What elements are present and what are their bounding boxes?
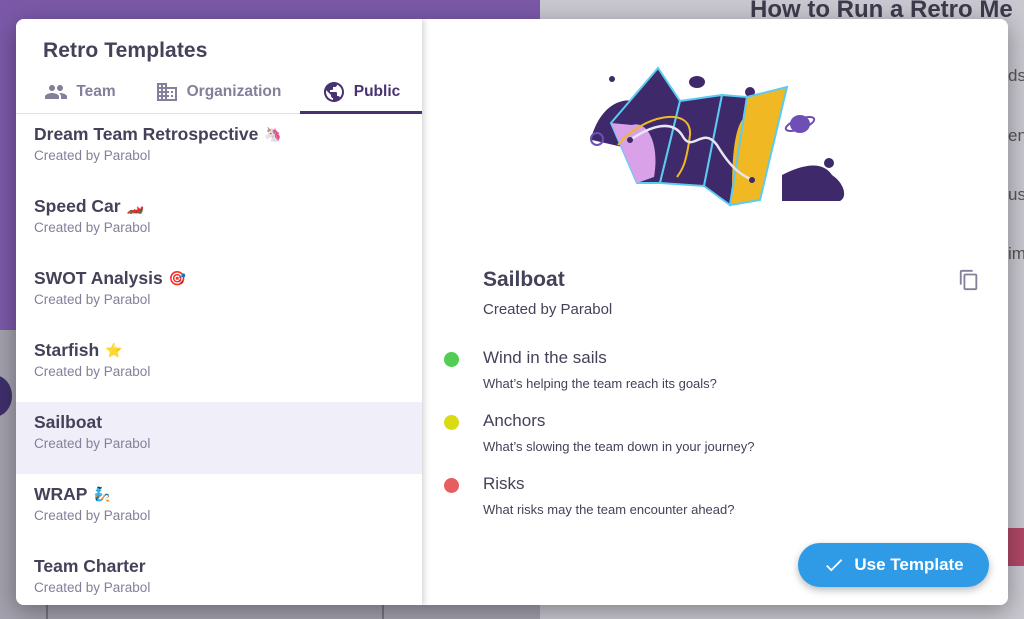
prompt-description: What’s helping the team reach its goals?: [483, 376, 717, 391]
unicorn-icon: 🦄: [264, 125, 282, 142]
map-illustration: [590, 66, 845, 207]
copy-icon: [959, 269, 978, 291]
building-icon: [156, 83, 177, 101]
template-item-wrap[interactable]: WRAP 🧞 Created by Parabol: [16, 474, 422, 546]
people-icon: [45, 85, 68, 99]
tab-label: Public: [353, 83, 401, 100]
template-item-dream-team[interactable]: Dream Team Retrospective 🦄 Created by Par…: [16, 114, 422, 186]
template-item-sailboat[interactable]: Sailboat Created by Parabol: [16, 402, 422, 474]
prompt-description: What risks may the team encounter ahead?: [483, 502, 735, 517]
tab-label: Organization: [186, 83, 282, 100]
tab-public[interactable]: Public: [300, 71, 422, 114]
template-list-panel: Retro Templates Team Organization Public…: [16, 19, 422, 605]
target-icon: 🎯: [168, 269, 187, 286]
template-name: Team Charter: [34, 555, 146, 576]
scope-tabs: Team Organization Public: [16, 71, 422, 114]
check-icon: [826, 559, 843, 572]
prompt-color-dot: [444, 352, 459, 367]
template-creator: Created by Parabol: [483, 301, 613, 318]
background-text-fragment: im: [1008, 244, 1024, 263]
star-icon: ⭐: [105, 341, 123, 358]
globe-icon: [323, 82, 344, 102]
template-title: Sailboat: [483, 268, 565, 291]
prompt-description: What’s slowing the team down in your jou…: [483, 439, 755, 454]
retro-templates-modal: Retro Templates Team Organization Public…: [16, 19, 1008, 605]
template-creator: Created by Parabol: [34, 148, 151, 163]
template-name: Sailboat: [34, 411, 103, 432]
use-template-label: Use Template: [854, 555, 964, 574]
template-detail-panel: Sailboat Created by Parabol Wind in the …: [422, 19, 1008, 605]
template-item-speed-car[interactable]: Speed Car 🏎️ Created by Parabol: [16, 186, 422, 258]
template-creator: Created by Parabol: [34, 364, 151, 379]
tab-organization[interactable]: Organization: [136, 71, 300, 113]
genie-icon: 🧞: [93, 485, 111, 502]
template-creator: Created by Parabol: [34, 220, 151, 235]
template-item-swot[interactable]: SWOT Analysis 🎯 Created by Parabol: [16, 258, 422, 330]
template-creator: Created by Parabol: [34, 580, 151, 595]
template-name: Dream Team Retrospective: [34, 123, 259, 144]
prompt-color-dot: [444, 415, 459, 430]
template-item-starfish[interactable]: Starfish ⭐ Created by Parabol: [16, 330, 422, 402]
template-name: Starfish: [34, 339, 100, 360]
prompt-title: Risks: [483, 474, 525, 493]
background-button: [1008, 528, 1024, 566]
template-name: Speed Car: [34, 195, 121, 216]
template-list[interactable]: Dream Team Retrospective 🦄 Created by Par…: [16, 114, 422, 605]
copy-template-button[interactable]: [958, 269, 980, 291]
use-template-button[interactable]: Use Template: [798, 543, 989, 587]
template-creator: Created by Parabol: [34, 292, 151, 307]
tab-team[interactable]: Team: [16, 71, 136, 113]
prompt-title: Anchors: [483, 411, 546, 430]
modal-title: Retro Templates: [43, 39, 208, 62]
template-name: WRAP: [34, 483, 88, 504]
template-creator: Created by Parabol: [34, 436, 151, 451]
background-text-fragment: uss: [1008, 185, 1024, 204]
prompt-color-dot: [444, 478, 459, 493]
tab-label: Team: [76, 83, 116, 100]
race-car-icon: 🏎️: [126, 197, 144, 214]
template-name: SWOT Analysis: [34, 267, 163, 288]
template-creator: Created by Parabol: [34, 508, 151, 523]
background-text-fragment: ds: [1008, 66, 1024, 85]
prompt-title: Wind in the sails: [483, 348, 607, 367]
template-item-team-charter[interactable]: Team Charter Created by Parabol: [16, 546, 422, 605]
background-text-fragment: en: [1008, 126, 1024, 145]
